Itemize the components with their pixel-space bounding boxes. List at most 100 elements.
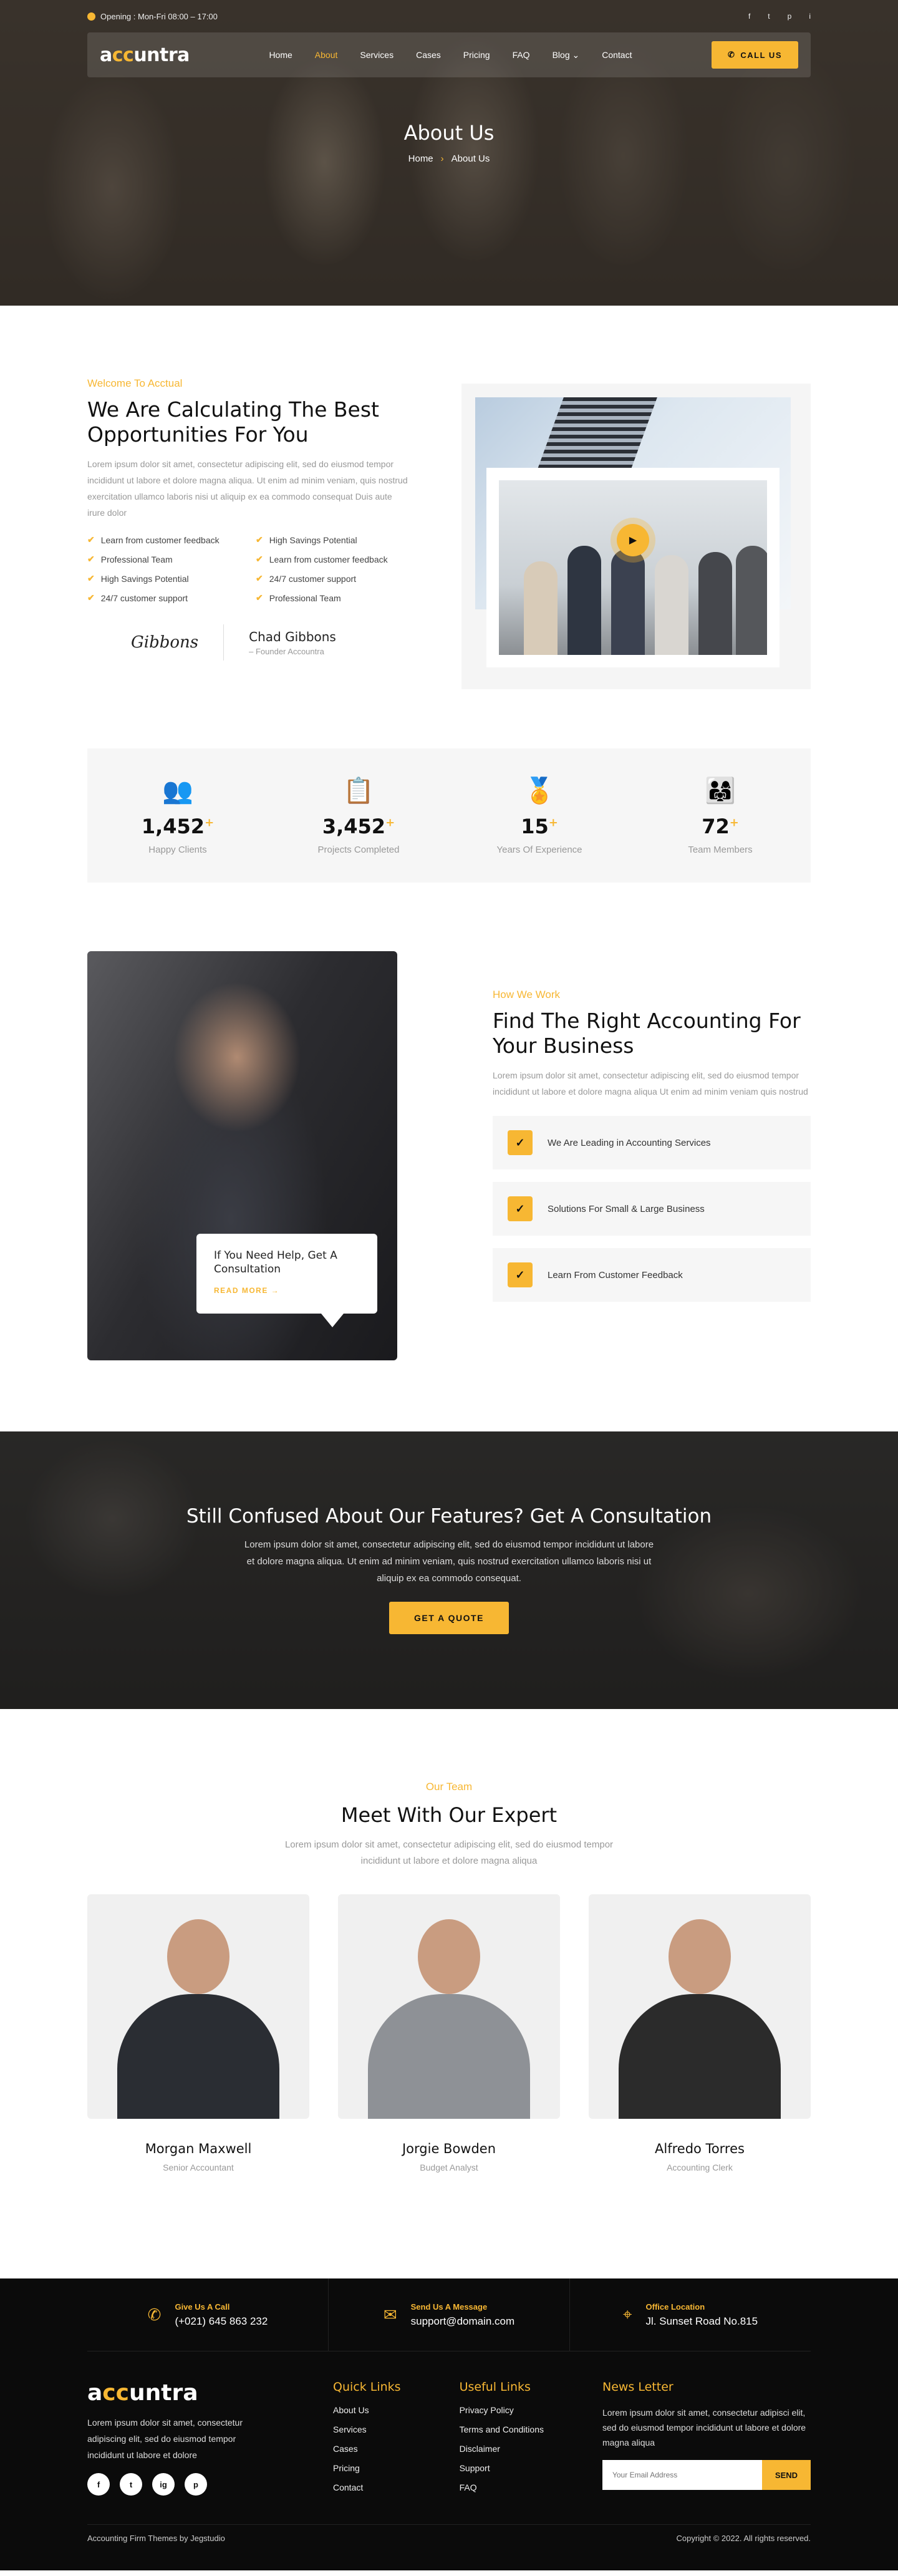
team-heading: Meet With Our Expert xyxy=(340,1803,558,1827)
help-text: If You Need Help, Get A Consultation xyxy=(214,1249,337,1276)
meeting-photo: If You Need Help, Get A Consultation REA… xyxy=(87,951,397,1360)
copyright-text: Copyright © 2022. All rights reserved. xyxy=(676,2534,811,2543)
stat-happy-clients: 👥 1,452+ Happy Clients xyxy=(115,776,240,855)
about-section: Welcome To Acctual We Are Calculating Th… xyxy=(87,306,811,748)
check-icon: ✔ xyxy=(87,593,95,603)
feature-item: ✓ Learn From Customer Feedback xyxy=(493,1248,811,1302)
facebook-icon[interactable]: f xyxy=(748,12,750,21)
newsletter: News Letter Lorem ipsum dolor sit amet, … xyxy=(602,2380,811,2502)
chevron-right-icon: › xyxy=(440,153,444,164)
team-card[interactable]: Jorgie Bowden Budget Analyst xyxy=(338,1894,560,2172)
check-item: ✔ 24/7 customer support xyxy=(256,573,357,584)
check-item: ✔ Learn from customer feedback xyxy=(256,554,388,564)
check-icon: ✔ xyxy=(256,554,263,564)
nav-faq[interactable]: FAQ xyxy=(513,50,530,61)
footer-link[interactable]: Cases xyxy=(333,2444,401,2454)
main-menu: Home About Services Cases Pricing FAQ Bl… xyxy=(269,50,632,61)
nav-about[interactable]: About xyxy=(315,50,338,61)
footer-link[interactable]: Services xyxy=(333,2424,401,2434)
nav-contact[interactable]: Contact xyxy=(602,50,632,61)
footer-link[interactable]: Contact xyxy=(333,2482,401,2492)
breadcrumb-current: About Us xyxy=(451,153,490,164)
video-thumbnail[interactable]: ▶ xyxy=(486,468,780,667)
footer-logo[interactable]: accuntra xyxy=(87,2380,274,2406)
footer-link[interactable]: Pricing xyxy=(333,2463,401,2473)
signature-image: Gibbons xyxy=(87,624,224,661)
hero-section: Opening : Mon-Fri 08:00 – 17:00 f t p i … xyxy=(0,0,898,306)
footer-socials: f t ig p xyxy=(87,2473,274,2496)
how-tagline: How We Work xyxy=(493,989,561,1000)
send-button[interactable]: SEND xyxy=(761,2460,811,2490)
useful-links: Useful Links Privacy Policy Terms and Co… xyxy=(459,2380,544,2492)
logo[interactable]: a cc untra xyxy=(100,44,190,66)
team-card[interactable]: Alfredo Torres Accounting Clerk xyxy=(589,1894,811,2172)
check-item: ✔ Professional Team xyxy=(87,554,173,564)
nav-blog[interactable]: Blog ⌄ xyxy=(553,50,580,61)
team-card[interactable]: Morgan Maxwell Senior Accountant xyxy=(87,1894,309,2172)
check-item: ✔ High Savings Potential xyxy=(256,535,357,545)
member-photo xyxy=(338,1894,560,2119)
nav-home[interactable]: Home xyxy=(269,50,292,61)
how-paragraph: Lorem ipsum dolor sit amet, consectetur … xyxy=(493,1070,808,1097)
footer-link[interactable]: About Us xyxy=(333,2405,401,2415)
cta-paragraph: Lorem ipsum dolor sit amet, consectetur … xyxy=(244,1539,654,1584)
footer: ✆ Give Us A Call (+021) 645 863 232 ✉ Sen… xyxy=(0,2278,898,2570)
about-heading: We Are Calculating The Best Opportunitie… xyxy=(87,397,379,447)
team-section: Our Team Meet With Our Expert Lorem ipsu… xyxy=(87,1709,811,2278)
get-quote-button[interactable]: GET A QUOTE xyxy=(389,1602,509,1634)
check-icon: ✓ xyxy=(508,1262,533,1287)
check-item: ✔ 24/7 customer support xyxy=(87,593,188,603)
founder-signature: Gibbons Chad Gibbons – Founder Accountra xyxy=(87,624,412,661)
pinterest-icon[interactable]: p xyxy=(788,12,792,21)
twitter-icon[interactable]: t xyxy=(768,12,770,21)
how-heading: Find The Right Accounting For Your Busin… xyxy=(493,1009,801,1058)
nav-cases[interactable]: Cases xyxy=(416,50,441,61)
footer-link[interactable]: Disclaimer xyxy=(460,2444,544,2454)
facebook-icon[interactable]: f xyxy=(87,2473,110,2496)
location-icon: ⌖ xyxy=(622,2305,632,2323)
team-icon: 👨‍👩‍👧 xyxy=(705,777,736,805)
footer-link[interactable]: Support xyxy=(460,2463,544,2473)
nav-pricing[interactable]: Pricing xyxy=(463,50,490,61)
check-item: ✔ High Savings Potential xyxy=(87,573,189,584)
call-us-button[interactable]: ✆ CALL US xyxy=(711,41,798,69)
chevron-down-icon: ⌄ xyxy=(572,49,580,60)
member-role: Senior Accountant xyxy=(163,2162,234,2172)
team-paragraph: Lorem ipsum dolor sit amet, consectetur … xyxy=(284,1839,614,1866)
stats-section: 👥 1,452+ Happy Clients 📋 3,452+ Projects… xyxy=(87,748,811,883)
quick-links: Quick Links About Us Services Cases Pric… xyxy=(333,2380,401,2492)
member-role: Accounting Clerk xyxy=(667,2162,733,2172)
footer-link[interactable]: FAQ xyxy=(460,2482,544,2492)
phone-icon: ✆ xyxy=(147,2305,162,2324)
read-more-link[interactable]: READ MORE → xyxy=(214,1286,360,1295)
about-media: ▶ xyxy=(461,384,811,695)
instagram-icon[interactable]: i xyxy=(809,12,811,21)
pinterest-icon[interactable]: p xyxy=(185,2473,207,2496)
footer-link[interactable]: Terms and Conditions xyxy=(460,2424,544,2434)
check-icon: ✓ xyxy=(508,1130,533,1155)
footer-contacts: ✆ Give Us A Call (+021) 645 863 232 ✉ Sen… xyxy=(87,2278,811,2351)
check-icon: ✔ xyxy=(256,535,263,545)
check-icon: ✔ xyxy=(256,573,263,583)
founder-name: Chad Gibbons xyxy=(249,629,336,644)
email-input[interactable] xyxy=(602,2460,762,2490)
nav-services[interactable]: Services xyxy=(360,50,393,61)
stat-projects: 📋 3,452+ Projects Completed xyxy=(296,776,421,855)
twitter-icon[interactable]: t xyxy=(120,2473,142,2496)
member-photo xyxy=(87,1894,309,2119)
top-bar: Opening : Mon-Fri 08:00 – 17:00 f t p i xyxy=(87,0,811,32)
contact-email: ✉ Send Us A Message support@domain.com xyxy=(329,2278,570,2351)
footer-link[interactable]: Privacy Policy xyxy=(460,2405,544,2415)
feature-item: ✓ Solutions For Small & Large Business xyxy=(493,1182,811,1236)
about-checklist: ✔ Learn from customer feedback ✔ High Savi… xyxy=(87,535,412,603)
document-icon: 📋 xyxy=(343,777,374,805)
check-icon: ✓ xyxy=(508,1196,533,1221)
stat-team-members: 👨‍👩‍👧 72+ Team Members xyxy=(658,776,783,855)
clock-icon xyxy=(87,12,95,21)
breadcrumb-home[interactable]: Home xyxy=(408,153,433,164)
play-icon[interactable]: ▶ xyxy=(617,524,649,556)
users-icon: 👥 xyxy=(162,777,193,805)
stat-years: 🏅 15+ Years Of Experience xyxy=(477,776,602,855)
instagram-icon[interactable]: ig xyxy=(152,2473,175,2496)
about-paragraph: Lorem ipsum dolor sit amet, consectetur … xyxy=(87,459,408,518)
